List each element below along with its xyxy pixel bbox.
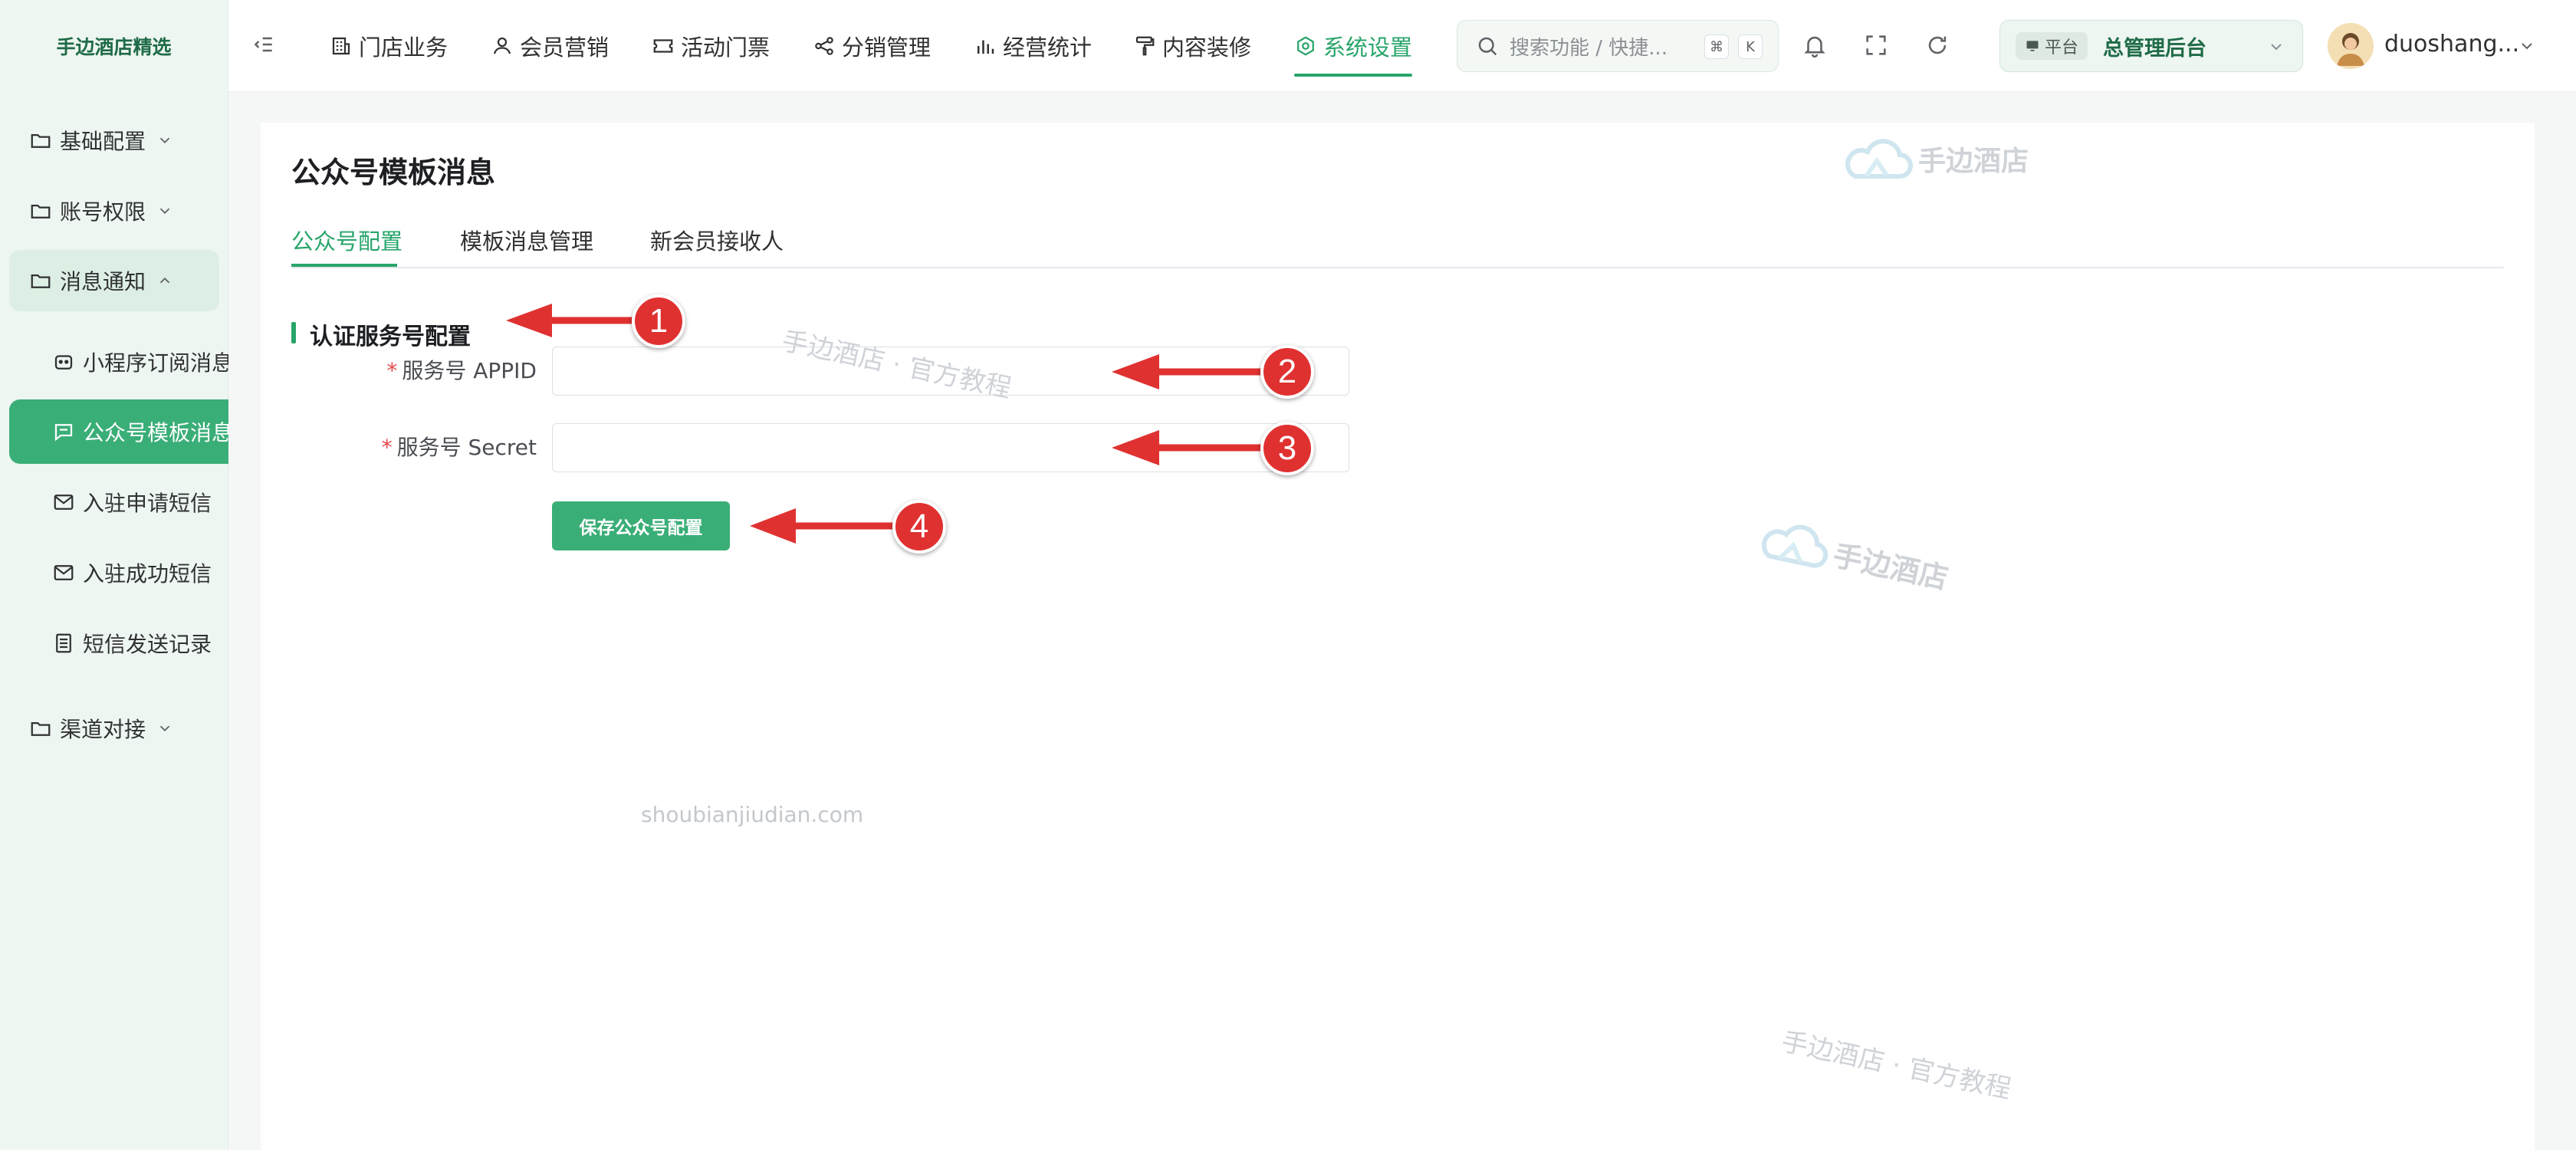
nav-tab-distribution[interactable]: 分销管理	[813, 0, 931, 92]
user-icon	[491, 34, 514, 58]
nav-tab-system-settings[interactable]: 系统设置	[1294, 0, 1413, 92]
nav-tab-label: 会员营销	[520, 34, 610, 61]
nav-tab-business-stats[interactable]: 经营统计	[974, 0, 1092, 92]
gear-icon	[1294, 34, 1317, 58]
shortcut-key-cmd: ⌘	[1704, 34, 1729, 59]
avatar[interactable]	[2328, 23, 2374, 69]
list-icon	[52, 632, 75, 655]
sidebar-item-label: 短信发送记录	[83, 632, 212, 657]
secret-label: * 服务号 Secret	[261, 431, 537, 462]
tab-divider	[291, 267, 2504, 268]
mail-icon	[52, 561, 75, 584]
nav-tab-label: 活动门票	[681, 34, 770, 61]
sidebar-menu-account-permission[interactable]: 账号权限	[9, 180, 219, 242]
folder-icon	[29, 717, 52, 740]
building-icon	[330, 34, 353, 58]
bar-chart-icon	[974, 34, 997, 58]
nav-tab-label: 分销管理	[842, 34, 932, 61]
folder-icon	[29, 129, 52, 152]
user-name[interactable]: duoshang...	[2384, 31, 2519, 58]
folder-icon	[29, 199, 52, 222]
org-select[interactable]: 平台 总管理后台	[1999, 20, 2303, 72]
nav-tab-label: 系统设置	[1323, 34, 1413, 61]
nav-tab-member-marketing[interactable]: 会员营销	[491, 0, 609, 92]
required-mark: *	[386, 358, 398, 383]
sidebar-menu-channel[interactable]: 渠道对接	[9, 698, 219, 759]
save-config-button[interactable]: 保存公众号配置	[552, 501, 730, 550]
section-title: 认证服务号配置	[291, 317, 471, 351]
nav-tab-label: 内容装修	[1162, 34, 1252, 61]
watermark-domain: shoubianjiudian.com	[641, 802, 864, 827]
page-title: 公众号模板消息	[291, 156, 496, 189]
top-bar: 门店业务 会员营销 活动门票 分销管理 经营统计 内容装修 系统设置 搜索功能 …	[228, 0, 2576, 92]
appid-label-text: 服务号 APPID	[402, 358, 537, 383]
collapse-sidebar-icon[interactable]	[251, 32, 276, 57]
org-type-label: 平台	[2045, 38, 2079, 58]
sidebar-item-miniprogram-subscribe[interactable]: 小程序订阅消息	[9, 330, 228, 394]
org-name: 总管理后台	[2103, 36, 2207, 61]
chevron-down-icon	[2267, 38, 2285, 56]
sidebar-menu-label: 消息通知	[60, 269, 146, 294]
nav-tab-store-business[interactable]: 门店业务	[330, 0, 448, 92]
chevron-down-icon[interactable]	[2518, 37, 2536, 55]
search-input[interactable]: 搜索功能 / 快捷... ⌘ K	[1457, 20, 1779, 72]
shortcut-key-k: K	[1738, 34, 1763, 59]
tab-new-member-receivers[interactable]: 新会员接收人	[650, 224, 784, 256]
fullscreen-icon[interactable]	[1863, 32, 1889, 58]
ticket-icon	[652, 34, 675, 58]
mail-icon	[52, 491, 75, 514]
share-icon	[813, 34, 836, 58]
sidebar: 手边酒店精选 基础配置 账号权限 消息通知 小程序订阅消息 公众号模板消息 入驻…	[0, 0, 228, 1150]
sidebar-item-official-template[interactable]: 公众号模板消息	[9, 399, 228, 464]
monitor-icon	[2025, 38, 2040, 54]
watermark-logo-text: 手边酒店	[1918, 146, 2029, 177]
chevron-down-icon	[156, 720, 173, 737]
annotation-badge-2: 2	[1260, 345, 1314, 399]
sidebar-item-label: 入驻成功短信	[83, 561, 212, 586]
annotation-badge-4: 4	[892, 500, 946, 554]
bell-icon[interactable]	[1802, 32, 1828, 58]
secret-label-text: 服务号 Secret	[396, 435, 537, 460]
chevron-up-icon	[156, 272, 173, 289]
appid-label: * 服务号 APPID	[261, 354, 537, 385]
chevron-down-icon	[156, 202, 173, 219]
sidebar-item-success-sms[interactable]: 入驻成功短信	[9, 540, 228, 605]
sidebar-menu-notifications[interactable]: 消息通知	[9, 250, 219, 311]
refresh-icon[interactable]	[1924, 32, 1950, 58]
sidebar-item-sms-records[interactable]: 短信发送记录	[9, 611, 228, 675]
chevron-down-icon	[156, 132, 173, 149]
content-card: 公众号模板消息 公众号配置 模板消息管理 新会员接收人 认证服务号配置 * 服务号…	[261, 123, 2535, 1150]
sidebar-menu-label: 渠道对接	[60, 717, 146, 742]
nav-tab-label: 经营统计	[1003, 34, 1092, 61]
org-type-badge: 平台	[2016, 32, 2088, 60]
search-icon	[1476, 34, 1499, 58]
folder-icon	[29, 269, 52, 292]
sidebar-item-apply-sms[interactable]: 入驻申请短信	[9, 470, 228, 534]
message-icon	[52, 420, 75, 443]
cloud-logo-icon	[1840, 132, 1914, 186]
annotation-badge-3: 3	[1260, 422, 1314, 475]
sidebar-item-label: 公众号模板消息	[83, 420, 228, 445]
tab-official-account-config[interactable]: 公众号配置	[291, 224, 402, 256]
tab-template-management[interactable]: 模板消息管理	[460, 224, 593, 256]
paint-roller-icon	[1133, 34, 1156, 58]
sidebar-menu-label: 账号权限	[60, 199, 146, 225]
annotation-badge-1: 1	[632, 294, 685, 348]
sidebar-menu-label: 基础配置	[60, 129, 146, 154]
nav-tab-content-decoration[interactable]: 内容装修	[1133, 0, 1251, 92]
sidebar-item-label: 小程序订阅消息	[83, 350, 228, 376]
nav-tab-label: 门店业务	[359, 34, 449, 61]
search-placeholder: 搜索功能 / 快捷...	[1510, 36, 1668, 60]
required-mark: *	[381, 435, 393, 460]
brand-name: 手边酒店精选	[56, 36, 172, 58]
nav-tab-event-tickets[interactable]: 活动门票	[652, 0, 770, 92]
sidebar-item-label: 入驻申请短信	[83, 491, 212, 516]
sidebar-menu-basic-config[interactable]: 基础配置	[9, 110, 219, 171]
secret-input[interactable]	[552, 423, 1349, 472]
watermark-logo: 手边酒店	[1840, 132, 2029, 186]
robot-icon	[52, 350, 75, 373]
